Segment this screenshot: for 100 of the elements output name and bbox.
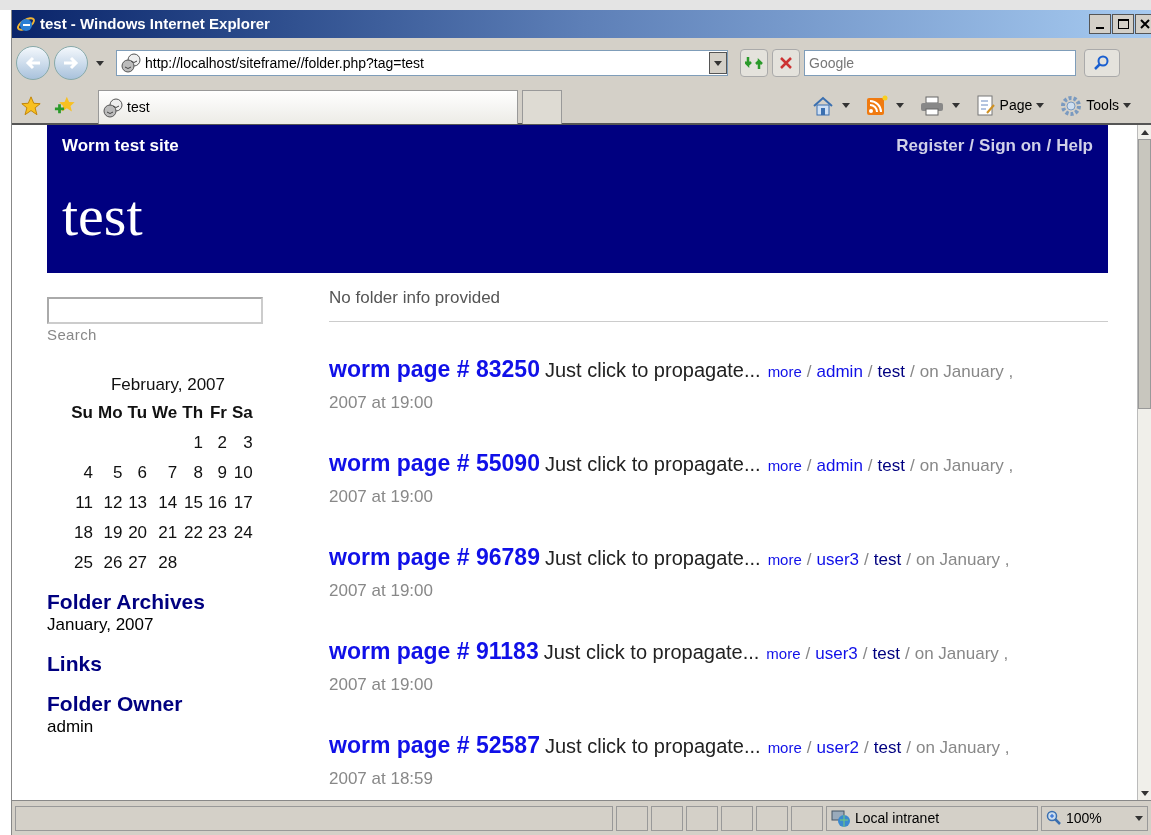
post-time: 2007 at 18:59 <box>329 768 434 790</box>
tag-link[interactable]: test <box>873 546 902 572</box>
caret-icon[interactable] <box>951 103 960 108</box>
post-title-link[interactable]: worm page # 96789 <box>329 539 540 574</box>
post-title-link[interactable]: worm page # 55090 <box>329 445 540 480</box>
section-heading: Links <box>47 651 103 676</box>
calendar-day: 3 <box>231 427 253 458</box>
calendar-day: 9 <box>208 457 227 488</box>
caret-icon[interactable] <box>1036 103 1045 108</box>
network-globe-icon <box>831 808 851 828</box>
more-link[interactable]: more <box>767 360 802 383</box>
post-date: on January , <box>915 736 1010 759</box>
security-zone: Local intranet <box>855 808 940 828</box>
post-time: 2007 at 19:00 <box>329 674 434 696</box>
author-link[interactable]: user3 <box>816 546 860 572</box>
folder-info: No folder info provided <box>329 285 1108 322</box>
meta-separator: / <box>862 642 868 665</box>
more-link[interactable]: more <box>767 454 802 477</box>
calendar-day: 23 <box>208 517 227 548</box>
star-icon[interactable] <box>20 94 42 117</box>
print-icon[interactable] <box>919 95 944 116</box>
status-panel <box>791 805 823 831</box>
calendar-day: 19 <box>98 517 123 548</box>
post-date: on January , <box>914 642 1009 665</box>
scrollbar[interactable] <box>1137 125 1151 800</box>
author-link[interactable]: admin <box>816 452 863 478</box>
more-link[interactable]: more <box>767 736 802 759</box>
more-link[interactable]: more <box>767 548 802 571</box>
caret-icon[interactable] <box>96 60 104 66</box>
calendar-day: 16 <box>208 487 227 518</box>
post-excerpt: Just click to propagate... <box>544 357 761 383</box>
calendar-day: 14 <box>152 487 178 518</box>
stop-button[interactable] <box>772 49 800 77</box>
right-arrow-icon <box>62 56 80 70</box>
caret-icon[interactable] <box>1123 103 1131 108</box>
post-title-link[interactable]: worm page # 91183 <box>329 633 539 668</box>
status-panel <box>686 805 718 831</box>
meta-separator: / <box>805 642 811 665</box>
calendar-day: 26 <box>98 547 123 578</box>
tag-link[interactable]: test <box>877 358 905 384</box>
caret-icon[interactable] <box>714 60 722 66</box>
caret-icon[interactable] <box>841 103 850 108</box>
author-link[interactable]: admin <box>816 358 863 384</box>
page-menu-button[interactable]: Page <box>975 94 1045 117</box>
tag-link[interactable]: test <box>873 734 902 760</box>
post-time: 2007 at 19:00 <box>329 392 434 414</box>
status-panel <box>756 805 788 831</box>
author-link[interactable]: user2 <box>816 734 860 760</box>
calendar-day: 21 <box>152 517 178 548</box>
maximize-button[interactable] <box>1112 14 1134 34</box>
search-button[interactable] <box>1084 49 1120 77</box>
home-icon[interactable] <box>811 95 834 116</box>
meta-separator: / <box>867 360 873 383</box>
page-title: test <box>62 186 143 245</box>
feed-icon[interactable] <box>865 94 888 117</box>
more-link[interactable]: more <box>766 642 801 665</box>
header-link[interactable]: Help <box>1056 133 1093 159</box>
meta-separator: / <box>806 736 812 759</box>
calendar-day: 7 <box>152 457 178 488</box>
search-field[interactable] <box>47 297 263 324</box>
author-link[interactable]: user3 <box>815 640 858 666</box>
status-panel <box>616 805 648 831</box>
dropdown-button[interactable] <box>709 52 727 74</box>
weekday-header: Sa <box>231 401 253 424</box>
calendar-day: 10 <box>231 457 253 488</box>
meta-separator: / <box>906 736 911 759</box>
calendar-day: 11 <box>71 487 93 518</box>
caret-icon[interactable] <box>895 103 904 108</box>
tag-link[interactable]: test <box>872 640 900 666</box>
minimize-button[interactable] <box>1089 14 1111 34</box>
tools-menu-button[interactable]: Tools <box>1060 94 1131 117</box>
weekday-header: Th <box>182 401 204 424</box>
header-link[interactable]: Sign on <box>979 133 1042 159</box>
header-link[interactable]: Register <box>896 133 965 159</box>
calendar-day: 28 <box>152 547 178 578</box>
scroll-up-icon[interactable] <box>1140 129 1149 135</box>
calendar-day: 18 <box>71 517 93 548</box>
zoom-button[interactable]: 100% <box>1041 805 1148 831</box>
address-field[interactable]: http://localhost/siteframe//folder.php?tag=test <box>116 50 728 76</box>
zoom-icon <box>1046 810 1062 826</box>
calendar-day: 13 <box>127 487 148 518</box>
post-title-link[interactable]: worm page # 52587 <box>329 727 540 762</box>
meta-separator: / <box>806 454 812 477</box>
caret-icon[interactable] <box>1135 815 1143 821</box>
close-button[interactable] <box>1135 14 1151 34</box>
scroll-down-icon[interactable] <box>1140 790 1149 796</box>
post-title-link[interactable]: worm page # 83250 <box>329 351 540 386</box>
calendar-day: 24 <box>231 517 253 548</box>
weekday-header: We <box>152 401 178 424</box>
meta-separator: / <box>806 548 812 571</box>
calendar-day: 1 <box>182 427 204 458</box>
post-excerpt: Just click to propagate... <box>544 733 761 759</box>
search-field[interactable]: Google <box>804 50 1076 76</box>
tag-link[interactable]: test <box>877 452 905 478</box>
calendar-month: February, 2007 <box>110 374 225 396</box>
status-panel <box>721 805 753 831</box>
meta-separator: / <box>906 548 911 571</box>
calendar-day: 8 <box>182 457 204 488</box>
browser-tab[interactable]: test <box>98 90 518 124</box>
refresh-button[interactable] <box>740 49 768 77</box>
